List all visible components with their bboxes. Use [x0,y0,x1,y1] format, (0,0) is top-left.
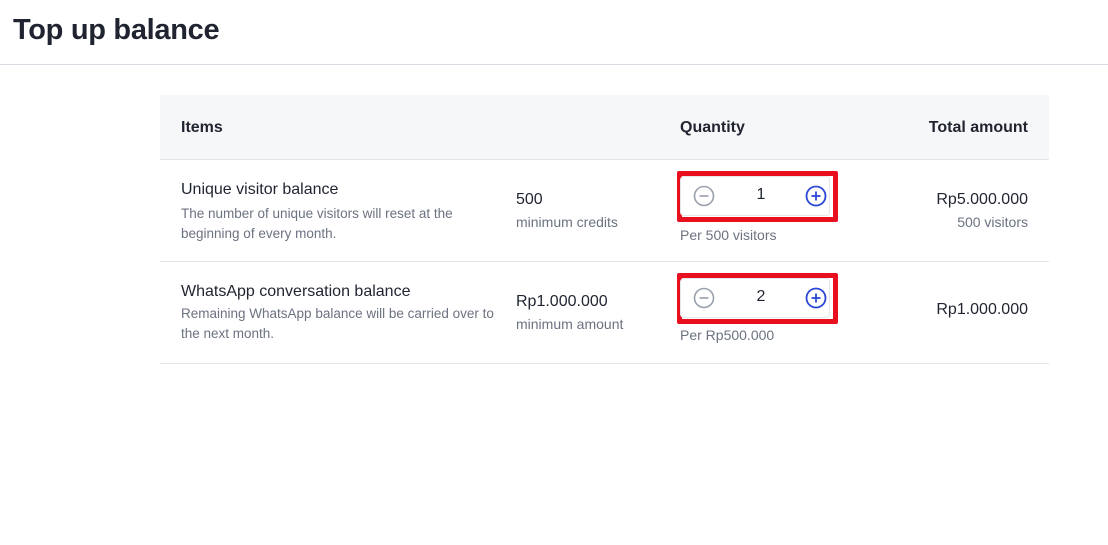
quantity-stepper [680,278,830,318]
minimum-value: 500 [516,191,543,208]
total-amount: Rp1.000.000 [936,301,1028,318]
table-header: Items Quantity Total amount [160,95,1049,160]
top-up-table: Items Quantity Total amount Unique visit… [160,95,1049,364]
total-subtext: 500 visitors [957,214,1028,230]
quantity-input[interactable] [731,186,791,204]
minimum-label: minimum credits [516,214,618,230]
header-quantity: Quantity [680,119,745,136]
minimum-value: Rp1.000.000 [516,293,608,310]
header-items: Items [181,119,223,136]
total-amount: Rp5.000.000 [936,191,1028,208]
decrement-button[interactable] [693,185,715,207]
page-title: Top up balance [13,14,220,46]
minus-circle-icon [693,287,715,309]
per-unit-label: Per Rp500.000 [680,327,775,343]
quantity-input[interactable] [731,288,791,306]
item-description: The number of unique visitors will reset… [181,206,453,241]
quantity-stepper [680,176,830,216]
plus-circle-icon [805,287,827,309]
increment-button[interactable] [805,185,827,207]
item-description: Remaining WhatsApp balance will be carri… [181,306,494,341]
item-name: Unique visitor balance [181,181,339,198]
page-header: Top up balance [0,0,1108,65]
per-unit-label: Per 500 visitors [680,227,777,243]
minimum-label: minimum amount [516,316,624,332]
minus-circle-icon [693,185,715,207]
table-row-whatsapp: WhatsApp conversation balance Remaining … [160,262,1049,364]
increment-button[interactable] [805,287,827,309]
table-row-unique-visitor: Unique visitor balance The number of uni… [160,160,1049,262]
header-total-amount: Total amount [928,119,1028,136]
plus-circle-icon [805,185,827,207]
decrement-button[interactable] [693,287,715,309]
item-name: WhatsApp conversation balance [181,283,411,300]
